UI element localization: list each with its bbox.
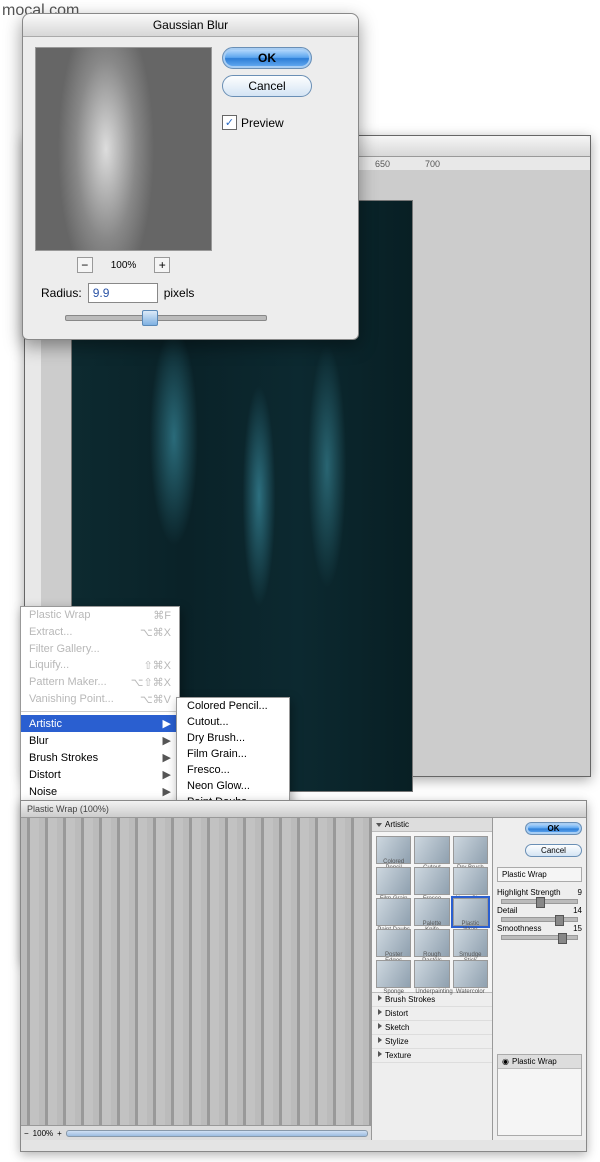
menu-item-disabled: Plastic Wrap⌘F: [21, 607, 179, 624]
ruler-tick: 700: [425, 159, 440, 169]
check-icon: ✓: [222, 115, 237, 130]
param-smoothness: Smoothness15: [497, 924, 582, 933]
menu-item-noise[interactable]: Noise▶: [21, 783, 179, 800]
preview-zoom-level: 100%: [33, 1129, 53, 1138]
ok-button[interactable]: OK: [222, 47, 312, 69]
filter-gallery-dialog: Plastic Wrap (100%) − 100% + Artistic Co…: [20, 800, 587, 1152]
menu-item-disabled: Pattern Maker...⌥⇧⌘X: [21, 674, 179, 691]
param-slider[interactable]: [501, 935, 578, 940]
filter-thumb[interactable]: Plastic Wrap: [453, 898, 488, 926]
param-slider[interactable]: [501, 899, 578, 904]
filter-thumb[interactable]: Palette Knife: [414, 898, 449, 926]
category-row[interactable]: Distort: [372, 1007, 492, 1021]
submenu-item[interactable]: Film Grain...: [177, 746, 289, 762]
dialog-title: Gaussian Blur: [23, 14, 358, 37]
filter-thumb[interactable]: Poster Edges: [376, 929, 411, 957]
fg-ok-button[interactable]: OK: [525, 822, 582, 835]
filter-thumb[interactable]: Sponge: [376, 960, 411, 988]
menu-item-artistic[interactable]: Artistic▶: [21, 715, 179, 732]
preview-checkbox-label: Preview: [241, 116, 284, 130]
category-row[interactable]: Sketch: [372, 1021, 492, 1035]
filter-thumb[interactable]: Dry Brush: [453, 836, 488, 864]
filter-thumb[interactable]: Film Grain: [376, 867, 411, 895]
zoom-in-button[interactable]: +: [154, 257, 170, 273]
menu-item-distort[interactable]: Distort▶: [21, 766, 179, 783]
category-row[interactable]: Brush Strokes: [372, 993, 492, 1007]
filter-thumb[interactable]: Underpainting: [414, 960, 449, 988]
radius-label: Radius:: [41, 286, 82, 300]
submenu-item[interactable]: Fresco...: [177, 762, 289, 778]
category-row[interactable]: Stylize: [372, 1035, 492, 1049]
menu-item-blur[interactable]: Blur▶: [21, 732, 179, 749]
preview-checkbox[interactable]: ✓ Preview: [222, 115, 312, 130]
menu-item-disabled: Vanishing Point...⌥⌘V: [21, 691, 179, 708]
filter-settings-panel: OK Cancel Plastic Wrap Highlight Strengt…: [493, 818, 586, 1140]
effect-layers-panel: ◉Plastic Wrap: [497, 1054, 582, 1136]
filter-thumb[interactable]: Paint Daubs: [376, 898, 411, 926]
submenu-item[interactable]: Neon Glow...: [177, 778, 289, 794]
slider-thumb[interactable]: [142, 310, 158, 326]
filter-thumb[interactable]: Cutout: [414, 836, 449, 864]
blur-preview[interactable]: [35, 47, 212, 251]
filter-thumb[interactable]: Neon Glow: [453, 867, 488, 895]
category-row[interactable]: Texture: [372, 1049, 492, 1063]
submenu-item[interactable]: Cutout...: [177, 714, 289, 730]
submenu-item[interactable]: Dry Brush...: [177, 730, 289, 746]
filter-thumb[interactable]: Smudge Stick: [453, 929, 488, 957]
param-slider[interactable]: [501, 917, 578, 922]
effect-name-select[interactable]: Plastic Wrap: [497, 867, 582, 882]
menu-item-brush-strokes[interactable]: Brush Strokes▶: [21, 749, 179, 766]
menu-item-disabled: Liquify...⇧⌘X: [21, 657, 179, 674]
eye-icon[interactable]: ◉: [502, 1057, 509, 1066]
radius-input[interactable]: [88, 283, 158, 303]
zoom-level: 100%: [111, 260, 137, 271]
filter-category-panel: Artistic Colored PencilCutoutDry Brush Fi…: [372, 818, 493, 1140]
effect-layer-row[interactable]: ◉Plastic Wrap: [498, 1055, 581, 1069]
filter-thumb[interactable]: Watercolor: [453, 960, 488, 988]
radius-unit: pixels: [164, 286, 195, 300]
filter-thumb[interactable]: Colored Pencil: [376, 836, 411, 864]
ruler-tick: 650: [375, 159, 390, 169]
zoom-out-button[interactable]: −: [77, 257, 93, 273]
filter-gallery-title: Plastic Wrap (100%): [21, 801, 586, 818]
filter-thumb[interactable]: Rough Pastels: [414, 929, 449, 957]
filter-thumb[interactable]: Fresco: [414, 867, 449, 895]
menu-item-disabled: Filter Gallery...: [21, 641, 179, 657]
zoom-out-icon[interactable]: −: [24, 1129, 29, 1138]
zoom-in-icon[interactable]: +: [57, 1129, 62, 1138]
disclosure-down-icon: [376, 823, 382, 827]
param-highlight-strength: Highlight Strength9: [497, 888, 582, 897]
fg-cancel-button[interactable]: Cancel: [525, 844, 582, 857]
filter-gallery-preview[interactable]: − 100% +: [21, 818, 372, 1140]
cancel-button[interactable]: Cancel: [222, 75, 312, 97]
category-artistic-header[interactable]: Artistic: [372, 818, 492, 832]
radius-slider[interactable]: [65, 315, 267, 321]
preview-scrollbar[interactable]: [66, 1130, 368, 1137]
preview-statusbar: − 100% +: [21, 1125, 371, 1140]
menu-item-disabled: Extract...⌥⌘X: [21, 624, 179, 641]
submenu-item[interactable]: Colored Pencil...: [177, 698, 289, 714]
gaussian-blur-dialog: Gaussian Blur − 100% + OK Cancel ✓ Previ…: [22, 13, 359, 340]
